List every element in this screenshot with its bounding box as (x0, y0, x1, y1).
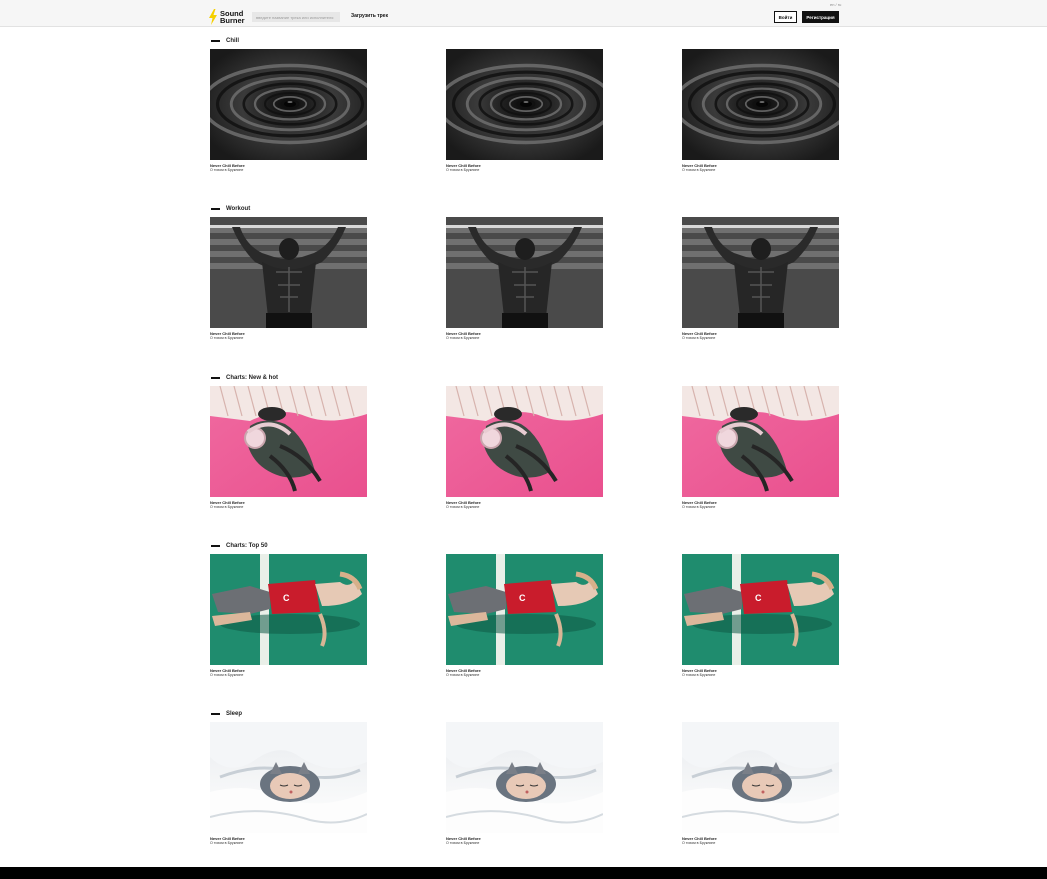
section-label: Charts: New & hot (226, 375, 279, 381)
svg-text:C: C (755, 593, 762, 603)
login-button[interactable]: Войти (774, 11, 797, 23)
section-label: Charts: Top 50 (226, 543, 268, 549)
dash-icon (211, 208, 220, 210)
cover-image[interactable] (210, 49, 367, 160)
track-card[interactable]: Never Chill Before О тихом в Бруклине (682, 49, 839, 173)
language-switch[interactable]: en / ru (830, 2, 841, 7)
dash-icon (211, 545, 220, 547)
track-artist[interactable]: О тихом в Бруклине (446, 505, 603, 510)
cover-image[interactable] (682, 217, 839, 328)
logo[interactable]: Sound Burner (209, 9, 245, 25)
track-artist[interactable]: О тихом в Бруклине (210, 841, 367, 846)
cover-image[interactable] (210, 722, 367, 833)
dash-icon (211, 377, 220, 379)
track-card[interactable]: Never Chill Before О тихом в Бруклине (682, 217, 839, 341)
dash-icon (211, 40, 220, 42)
cover-image[interactable] (446, 386, 603, 497)
track-artist[interactable]: О тихом в Бруклине (682, 168, 839, 173)
cover-image[interactable]: C (446, 554, 603, 665)
section-title[interactable]: Workout (210, 205, 250, 213)
track-artist[interactable]: О тихом в Бруклине (682, 336, 839, 341)
footer (0, 867, 1047, 879)
track-artist[interactable]: О тихом в Бруклине (682, 505, 839, 510)
cover-image[interactable] (210, 386, 367, 497)
track-card[interactable]: C Never Chill Before О тихом в Бруклине (210, 554, 367, 678)
track-card[interactable]: Never Chill Before О тихом в Бруклине (210, 49, 367, 173)
cover-image[interactable]: C (682, 554, 839, 665)
register-button[interactable]: Регистрация (802, 11, 839, 23)
track-card[interactable]: Never Chill Before О тихом в Бруклине (446, 722, 603, 846)
cover-image[interactable] (682, 49, 839, 160)
track-artist[interactable]: О тихом в Бруклине (210, 168, 367, 173)
track-card[interactable]: C Never Chill Before О тихом в Бруклине (446, 554, 603, 678)
track-artist[interactable]: О тихом в Бруклине (446, 168, 603, 173)
cover-image[interactable] (446, 217, 603, 328)
track-artist[interactable]: О тихом в Бруклине (446, 336, 603, 341)
cover-image[interactable] (210, 217, 367, 328)
track-artist[interactable]: О тихом в Бруклине (682, 841, 839, 846)
track-artist[interactable]: О тихом в Бруклине (682, 673, 839, 678)
track-artist[interactable]: О тихом в Бруклине (210, 505, 367, 510)
track-card[interactable]: Never Chill Before О тихом в Бруклине (446, 49, 603, 173)
cover-image[interactable] (446, 49, 603, 160)
cover-image[interactable] (446, 722, 603, 833)
track-card[interactable]: C Never Chill Before О тихом в Бруклине (682, 554, 839, 678)
top-header: en / ru Sound Burner Загрузить трек Войт… (0, 0, 1047, 27)
logo-text: Sound Burner (220, 9, 245, 25)
track-card[interactable]: Never Chill Before О тихом в Бруклине (210, 722, 367, 846)
section-label: Sleep (226, 711, 243, 717)
upload-track-link[interactable]: Загрузить трек (351, 13, 388, 19)
track-card[interactable]: Never Chill Before О тихом в Бруклине (210, 386, 367, 510)
track-artist[interactable]: О тихом в Бруклине (446, 841, 603, 846)
svg-text:C: C (283, 593, 290, 603)
section-title[interactable]: Chill (210, 37, 239, 45)
track-artist[interactable]: О тихом в Бруклине (210, 673, 367, 678)
cover-image[interactable] (682, 722, 839, 833)
section-label: Workout (226, 206, 251, 212)
section-title[interactable]: Sleep (210, 710, 242, 718)
cover-image[interactable]: C (210, 554, 367, 665)
svg-text:C: C (519, 593, 526, 603)
track-artist[interactable]: О тихом в Бруклине (446, 673, 603, 678)
track-card[interactable]: Never Chill Before О тихом в Бруклине (210, 217, 367, 341)
lightning-bolt-icon (209, 9, 217, 25)
track-card[interactable]: Never Chill Before О тихом в Бруклине (446, 386, 603, 510)
track-artist[interactable]: О тихом в Бруклине (210, 336, 367, 341)
section-label: Chill (226, 38, 239, 44)
section-title[interactable]: Charts: Top 50 (210, 542, 268, 550)
track-card[interactable]: Never Chill Before О тихом в Бруклине (682, 386, 839, 510)
search-input[interactable] (252, 12, 340, 22)
dash-icon (211, 713, 220, 715)
section-title[interactable]: Charts: New & hot (210, 374, 278, 382)
track-card[interactable]: Never Chill Before О тихом в Бруклине (682, 722, 839, 846)
cover-image[interactable] (682, 386, 839, 497)
track-card[interactable]: Never Chill Before О тихом в Бруклине (446, 217, 603, 341)
